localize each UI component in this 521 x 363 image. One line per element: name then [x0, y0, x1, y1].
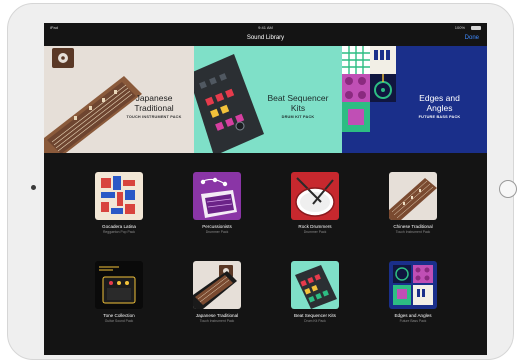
- banner-text: Beat Sequencer Kits DRUM KIT PACK: [254, 93, 342, 119]
- pack-artwork: [193, 172, 241, 220]
- front-camera: [31, 185, 36, 190]
- pack-type: Drummer Pack: [303, 230, 327, 234]
- banner-subtitle: FUTURE BASS PACK: [418, 115, 461, 119]
- pack-tile-tone-collection[interactable]: Tone Collection Guitar Sound Pack: [69, 261, 169, 323]
- pack-tile-japanese-traditional[interactable]: Japanese Traditional Touch Instrument Pa…: [167, 261, 267, 323]
- guzheng-icon: [389, 178, 437, 220]
- pack-type: Guitar Sound Pack: [104, 319, 134, 323]
- koto-icon: [193, 265, 237, 309]
- banner-edges-and-angles[interactable]: Edges and Angles FUTURE BASS PACK: [342, 46, 487, 153]
- banner-title-line2: Angles: [426, 103, 453, 113]
- banner-beat-sequencer-kits[interactable]: Beat Sequencer Kits DRUM KIT PACK: [194, 46, 342, 153]
- screen: iPad 9:41 AM 100% Sound Library Done Jap…: [44, 23, 487, 355]
- sequencer-pad-icon: [295, 265, 337, 309]
- pack-type: Reggaeton Pop Pack: [102, 230, 136, 234]
- banner-title-line2: Kits: [290, 103, 306, 113]
- pack-name: Chinese Traditional: [393, 224, 433, 229]
- pack-name: Japanese Traditional: [195, 313, 239, 318]
- pack-artwork: [193, 261, 241, 309]
- banner-subtitle: TOUCH INSTRUMENT PACK: [126, 115, 182, 119]
- status-time: 9:41 AM: [258, 25, 273, 30]
- pack-type: Touch Instrument Pack: [395, 230, 431, 234]
- banner-title-line1: Edges and: [419, 93, 460, 103]
- percussion-icon: [200, 177, 237, 218]
- pack-artwork: [389, 172, 437, 220]
- home-button[interactable]: [499, 180, 517, 198]
- pack-tile-gocadera-latina[interactable]: Gocadera Latina Reggaeton Pop Pack: [69, 172, 169, 234]
- pack-artwork: [291, 261, 339, 309]
- pack-name: Gocadera Latina: [102, 224, 136, 229]
- pack-type: Future Bass Pack: [399, 319, 427, 323]
- drum-icon: [295, 177, 335, 217]
- pack-name: Beat Sequencer Kits: [294, 313, 336, 318]
- banner-text: Japanese Traditional TOUCH INSTRUMENT PA…: [114, 93, 194, 119]
- pack-name: Rock Drummers: [298, 224, 332, 229]
- done-button[interactable]: Done: [465, 35, 479, 41]
- latin-pattern-icon: [101, 176, 135, 214]
- pack-tile-percussionists[interactable]: Percussionists Drummer Pack: [167, 172, 267, 234]
- pack-artwork: [291, 172, 339, 220]
- amp-icon: [99, 266, 136, 304]
- pack-artwork: [95, 172, 143, 220]
- banner-title-line1: Japanese: [135, 93, 173, 103]
- banner-title-line2: Traditional: [134, 103, 174, 113]
- banner-subtitle: DRUM KIT PACK: [281, 115, 315, 119]
- pack-artwork: [95, 261, 143, 309]
- pack-tile-rock-drummers[interactable]: Rock Drummers Drummer Pack: [265, 172, 365, 234]
- banner-text: Edges and Angles FUTURE BASS PACK: [392, 93, 487, 119]
- battery-icon: [471, 26, 481, 30]
- pack-name: Tone Collection: [103, 313, 135, 318]
- pack-tile-edges-and-angles[interactable]: Edges and Angles Future Bass Pack: [363, 261, 463, 323]
- page-title: Sound Library: [246, 35, 285, 41]
- pack-type: Touch Instrument Pack: [199, 319, 235, 323]
- banner-title-line1: Beat Sequencer: [267, 93, 329, 103]
- status-battery-percent: 100%: [454, 25, 465, 30]
- geometric-icon: [393, 265, 433, 305]
- pack-artwork: [389, 261, 437, 309]
- sound-pack-grid: Gocadera Latina Reggaeton Pop Pack Percu…: [44, 153, 487, 355]
- pack-type: Drum Kit Pack: [304, 319, 326, 323]
- banner-japanese-traditional[interactable]: Japanese Traditional TOUCH INSTRUMENT PA…: [44, 46, 194, 153]
- pack-tile-chinese-traditional[interactable]: Chinese Traditional Touch Instrument Pac…: [363, 172, 463, 234]
- nav-bar: Sound Library Done: [44, 32, 487, 46]
- pack-tile-beat-sequencer-kits[interactable]: Beat Sequencer Kits Drum Kit Pack: [265, 261, 365, 323]
- pack-name: Percussionists: [202, 224, 232, 229]
- pack-type: Drummer Pack: [205, 230, 229, 234]
- pack-name: Edges and Angles: [394, 313, 432, 318]
- status-bar: iPad 9:41 AM 100%: [44, 23, 487, 32]
